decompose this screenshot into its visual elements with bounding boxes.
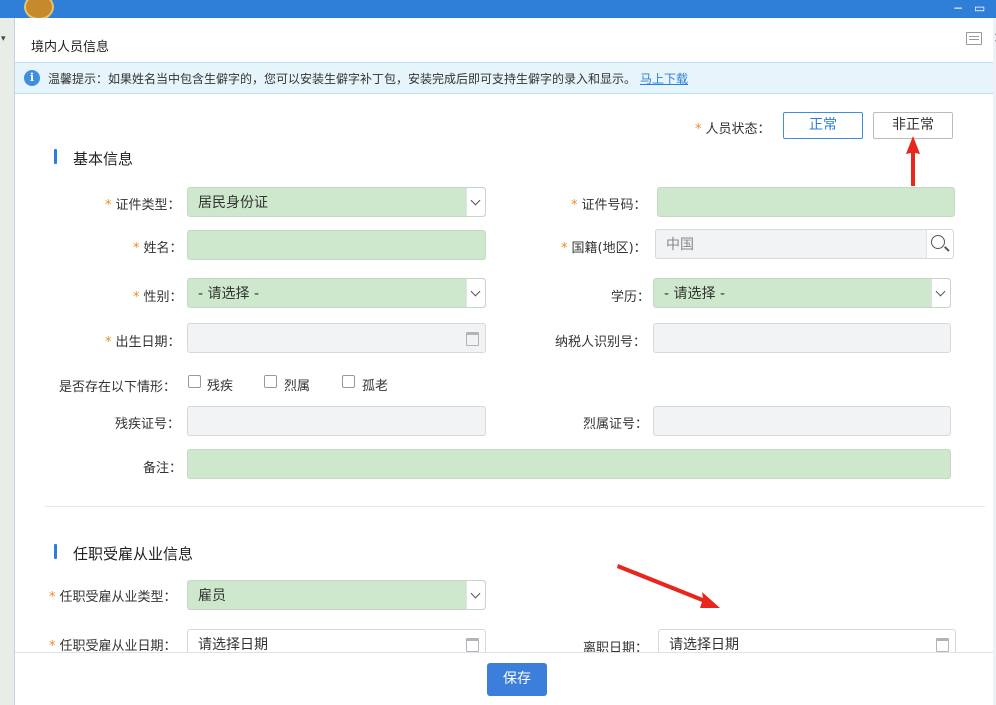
situations-label-text: 是否存在以下情形： xyxy=(59,380,177,395)
id-number-label: * 证件号码： xyxy=(571,198,647,213)
taxpayer-id-field[interactable] xyxy=(653,323,951,353)
person-info-dialog: 境内人员信息 × i 温馨提示：如果姓名当中包含生僻字的，您可以安装生僻字补丁包… xyxy=(14,18,996,705)
gender-label-text: 性别： xyxy=(143,290,183,305)
education-label: 学历： xyxy=(611,286,650,305)
martyr-cert-field[interactable] xyxy=(653,406,951,436)
taxpayer-id-label: 纳税人识别号： xyxy=(555,331,646,350)
status-label-text: 人员状态： xyxy=(705,122,771,137)
id-number-label-text: 证件号码： xyxy=(581,198,647,213)
search-icon[interactable] xyxy=(926,230,953,258)
employment-start-date-placeholder: 请选择日期 xyxy=(198,637,268,653)
section-marker xyxy=(54,544,57,559)
dialog-title: 境内人员信息 xyxy=(31,40,110,55)
nationality-placeholder: 中国 xyxy=(666,237,694,253)
notice-banner: i 温馨提示：如果姓名当中包含生僻字的，您可以安装生僻字补丁包，安装完成后即可支… xyxy=(15,62,993,94)
birth-date-label-text: 出生日期： xyxy=(115,335,181,350)
nationality-label: * 国籍(地区)： xyxy=(561,241,647,256)
keyboard-icon[interactable] xyxy=(966,32,982,45)
disability-cert-label-text: 残疾证号： xyxy=(115,417,181,432)
download-link[interactable]: 马上下载 xyxy=(640,72,688,86)
nationality-label-text: 国籍(地区)： xyxy=(571,241,647,256)
employment-type-select[interactable]: 雇员 xyxy=(187,580,486,610)
situations-label: 是否存在以下情形： xyxy=(59,376,176,395)
footer-divider xyxy=(15,652,993,653)
chevron-down-icon[interactable] xyxy=(931,279,950,307)
employment-info-title: 任职受雇从业信息 xyxy=(73,545,194,563)
save-button[interactable]: 保存 xyxy=(487,663,547,696)
leave-date-placeholder: 请选择日期 xyxy=(669,637,739,653)
id-number-field[interactable] xyxy=(657,187,955,217)
martyr-family-checkbox-label: 烈属 xyxy=(284,379,311,394)
employment-type-label: * 任职受雇从业类型： xyxy=(49,590,177,605)
education-select[interactable]: - 请选择 - xyxy=(653,278,951,308)
disability-checkbox-label: 残疾 xyxy=(207,379,234,394)
remarks-label-text: 备注： xyxy=(143,461,183,476)
app-logo-icon xyxy=(24,0,54,20)
annotation-arrow-up xyxy=(906,136,920,186)
remarks-field[interactable] xyxy=(187,449,951,479)
minimize-button[interactable]: − xyxy=(953,1,963,15)
status-normal-button[interactable]: 正常 xyxy=(783,112,863,139)
education-label-text: 学历： xyxy=(611,290,651,305)
martyr-cert-label: 烈属证号： xyxy=(583,413,648,432)
name-field[interactable] xyxy=(187,230,486,260)
chevron-down-icon[interactable] xyxy=(466,581,485,609)
app-title-bar: − ▭ xyxy=(0,0,996,20)
id-type-select[interactable]: 居民身份证 xyxy=(187,187,486,217)
martyr-family-checkbox[interactable] xyxy=(264,375,277,388)
chevron-down-icon[interactable] xyxy=(466,188,485,216)
section-divider xyxy=(45,506,985,507)
remarks-label: 备注： xyxy=(143,457,182,476)
employment-type-value: 雇员 xyxy=(198,588,226,604)
calendar-icon[interactable] xyxy=(466,638,479,652)
annotation-arrow-down-right xyxy=(617,564,720,608)
martyr-cert-label-text: 烈属证号： xyxy=(583,417,649,432)
basic-info-title: 基本信息 xyxy=(73,150,134,168)
status-label: * 人员状态： xyxy=(695,122,771,137)
nationality-field[interactable]: 中国 xyxy=(655,229,954,259)
disability-cert-field[interactable] xyxy=(187,406,486,436)
id-type-value: 居民身份证 xyxy=(198,195,268,211)
info-icon: i xyxy=(24,70,40,86)
birth-date-field[interactable] xyxy=(187,323,486,353)
name-label: * 姓名： xyxy=(133,241,183,256)
app-background-panel: ▾ xyxy=(0,18,15,705)
chevron-down-icon[interactable] xyxy=(466,279,485,307)
chevron-down-icon: ▾ xyxy=(1,34,6,44)
calendar-icon[interactable] xyxy=(936,638,949,652)
id-type-label-text: 证件类型： xyxy=(115,198,181,213)
disability-cert-label: 残疾证号： xyxy=(115,413,180,432)
calendar-icon[interactable] xyxy=(466,332,479,346)
disability-checkbox[interactable] xyxy=(188,375,201,388)
gender-label: * 性别： xyxy=(133,290,183,305)
maximize-button[interactable]: ▭ xyxy=(974,1,985,15)
education-value: - 请选择 - xyxy=(664,286,726,302)
elderly-alone-checkbox[interactable] xyxy=(342,375,355,388)
elderly-alone-checkbox-label: 孤老 xyxy=(362,379,389,394)
birth-date-label: * 出生日期： xyxy=(105,335,181,350)
employment-type-label-text: 任职受雇从业类型： xyxy=(59,590,177,605)
notice-message: 温馨提示：如果姓名当中包含生僻字的，您可以安装生僻字补丁包，安装完成后即可支持生… xyxy=(48,72,637,86)
taxpayer-id-label-text: 纳税人识别号： xyxy=(555,335,647,350)
gender-value: - 请选择 - xyxy=(198,286,260,302)
id-type-label: * 证件类型： xyxy=(105,198,181,213)
notice-text: 温馨提示：如果姓名当中包含生僻字的，您可以安装生僻字补丁包，安装完成后即可支持生… xyxy=(48,70,688,87)
gender-select[interactable]: - 请选择 - xyxy=(187,278,486,308)
section-marker xyxy=(54,149,57,164)
name-label-text: 姓名： xyxy=(143,241,183,256)
